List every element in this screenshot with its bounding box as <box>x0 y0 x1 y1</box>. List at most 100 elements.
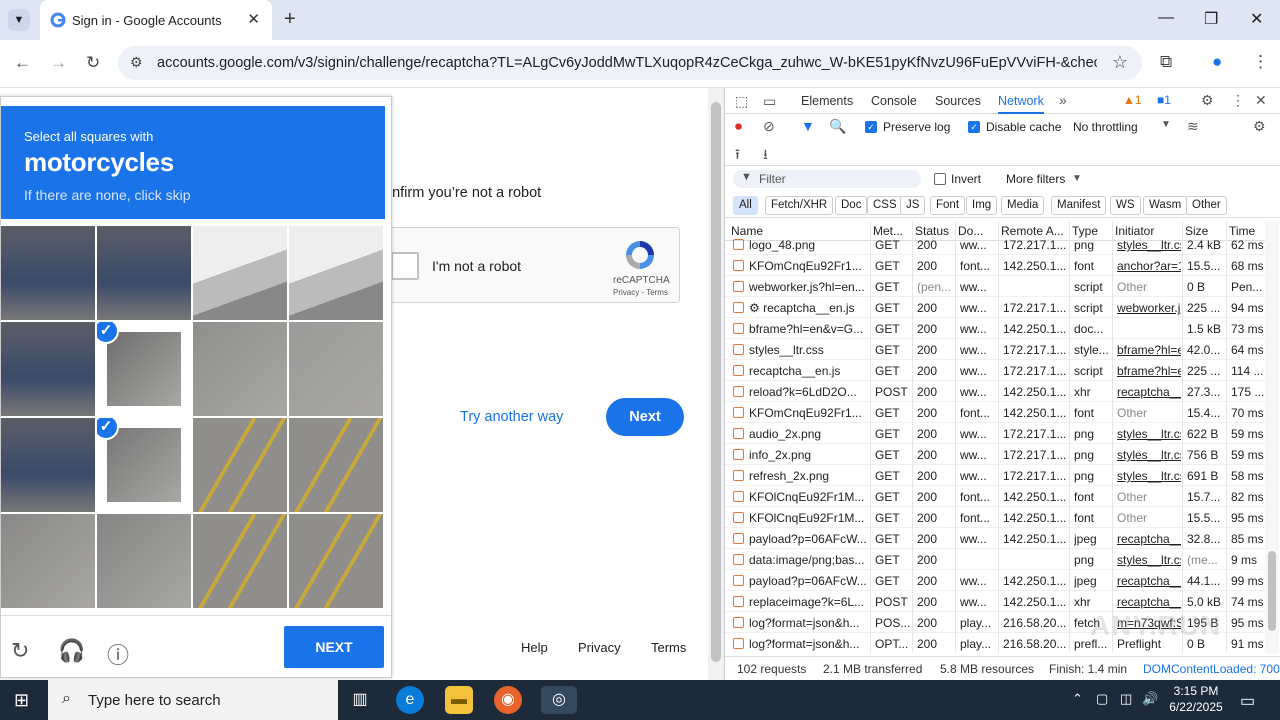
filter-icon[interactable]: ▼ <box>801 118 815 134</box>
reload-challenge-icon[interactable]: ↻ <box>11 638 29 664</box>
back-icon[interactable]: ← <box>14 53 31 73</box>
clock[interactable]: 3:15 PM 6/22/2025 <box>1168 683 1224 715</box>
network-request-row[interactable]: audio_2x.png GET 200 ww... 172.217.1... png st… <box>725 423 1265 444</box>
next-button[interactable]: Next <box>606 398 684 436</box>
cell-initiator[interactable]: styles__ltr.css <box>1117 553 1181 567</box>
reload-icon[interactable]: ↻ <box>86 53 100 73</box>
firefox-icon[interactable]: ◉ <box>494 686 522 714</box>
captcha-tile[interactable] <box>289 418 383 512</box>
cell-initiator[interactable]: bframe?hl=e <box>1117 343 1181 357</box>
network-request-row[interactable]: recaptcha__en.js GET 200 ww... 172.217.1... s… <box>725 360 1265 381</box>
bookmark-star-icon[interactable]: ☆ <box>1112 52 1128 73</box>
page-scrollbar[interactable] <box>708 88 724 680</box>
close-tab-icon[interactable]: ✕ <box>247 10 260 28</box>
type-filter-img[interactable]: Img <box>966 196 998 215</box>
network-request-row[interactable]: ⚙ recaptcha__en.js GET 200 ww... 172.217.1..… <box>725 297 1265 318</box>
captcha-tile[interactable] <box>193 418 287 512</box>
more-filters-chevron-icon[interactable]: ▼ <box>1072 173 1082 184</box>
captcha-tile[interactable] <box>193 226 287 320</box>
network-request-row[interactable]: info_2x.png GET 200 ww... 172.217.1... png sty… <box>725 444 1265 465</box>
network-request-row[interactable]: payload?p=06AFcW... GET 200 ww... 142.250.1.… <box>725 570 1265 591</box>
cell-initiator[interactable]: webworker.js <box>1117 301 1181 315</box>
captcha-next-button[interactable]: NEXT <box>284 626 384 668</box>
captcha-tile[interactable] <box>97 226 191 320</box>
network-request-row[interactable]: data:image/png;bas... GET 200 png styles__lt… <box>725 549 1265 570</box>
cell-initiator[interactable]: styles__ltr.css <box>1117 238 1181 252</box>
network-request-row[interactable]: KFOmCnqEu92Fr1... GET 200 font... 142.250.1.… <box>725 255 1265 276</box>
type-filter-all[interactable]: All <box>733 196 758 215</box>
menu-icon[interactable]: ⋮ <box>1252 52 1269 72</box>
cell-initiator[interactable]: anchor?ar=1 <box>1117 259 1181 273</box>
profile-icon[interactable]: ● <box>1212 52 1222 72</box>
network-scrollbar[interactable] <box>1265 221 1279 653</box>
captcha-tile[interactable]: ✓ <box>97 322 191 416</box>
network-request-row[interactable]: KFOmCnqEu92Fr1... GET 200 font... 142.250.1.… <box>725 402 1265 423</box>
tab-elements[interactable]: Elements <box>801 94 853 108</box>
type-filter-js[interactable]: JS <box>900 196 926 215</box>
not-robot-checkbox[interactable] <box>391 252 419 280</box>
captcha-tile[interactable]: ✓ <box>97 418 191 512</box>
type-filter-font[interactable]: Font <box>930 196 966 215</box>
tab-search-button[interactable]: ▼ <box>8 9 30 31</box>
cell-initiator[interactable]: Other <box>1117 406 1181 420</box>
cell-initiator[interactable]: Other <box>1117 511 1181 525</box>
network-request-row[interactable]: replaceimage?k=6L... POST 200 ww... 142.250.… <box>725 591 1265 612</box>
cell-initiator[interactable]: styles__ltr.css <box>1117 469 1181 483</box>
cell-initiator[interactable]: recaptcha__e <box>1117 385 1181 399</box>
cell-initiator[interactable]: recaptcha__e <box>1117 532 1181 546</box>
volume-icon[interactable]: 🔊 <box>1142 691 1158 707</box>
type-filter-manifest[interactable]: Manifest <box>1051 196 1107 215</box>
cell-initiator[interactable]: styles__ltr.css <box>1117 448 1181 462</box>
captcha-tile[interactable] <box>289 322 383 416</box>
type-filter-css[interactable]: CSS <box>867 196 903 215</box>
cell-initiator[interactable]: Other <box>1117 490 1181 504</box>
privacy-link[interactable]: Privacy <box>578 640 621 655</box>
network-request-row[interactable]: styles__ltr.css GET 200 ww... 172.217.1... st… <box>725 339 1265 360</box>
try-another-way-link[interactable]: Try another way <box>460 409 563 425</box>
maximize-icon[interactable]: ❐ <box>1204 9 1218 29</box>
captcha-tile[interactable] <box>289 514 383 608</box>
inspect-icon[interactable]: ⬚ <box>735 93 748 110</box>
type-filter-ws[interactable]: WS <box>1110 196 1141 215</box>
minimize-icon[interactable]: — <box>1158 9 1174 27</box>
more-filters-dropdown[interactable]: More filters <box>1006 172 1065 186</box>
captcha-tile[interactable] <box>1 514 95 608</box>
type-filter-fetchxhr[interactable]: Fetch/XHR <box>765 196 834 215</box>
captcha-tile[interactable] <box>97 514 191 608</box>
network-request-row[interactable]: reload?k=6LdD2O... POST 200 ww... 142.250.1.… <box>725 381 1265 402</box>
cell-initiator[interactable]: styles__ltr.css <box>1117 427 1181 441</box>
address-bar[interactable]: ⚙ accounts.google.com/v3/signin/challeng… <box>118 46 1142 80</box>
terms-link[interactable]: Terms <box>651 640 686 655</box>
message-icon[interactable]: ■1 <box>1157 93 1171 107</box>
type-filter-other[interactable]: Other <box>1186 196 1227 215</box>
cell-initiator[interactable]: recaptcha__e <box>1117 595 1181 609</box>
settings-gear-icon[interactable]: ⚙ <box>1201 92 1214 109</box>
network-conditions-icon[interactable]: ≋ <box>1187 118 1199 135</box>
tab-network[interactable]: Network <box>998 94 1044 114</box>
task-view-icon[interactable]: ▥ <box>346 686 374 714</box>
network-settings-icon[interactable]: ⚙ <box>1253 118 1266 135</box>
type-filter-doc[interactable]: Doc <box>835 196 868 215</box>
tab-console[interactable]: Console <box>871 94 917 108</box>
captcha-tile[interactable] <box>193 514 287 608</box>
tab-signin[interactable]: Sign in - Google Accounts ✕ <box>40 0 272 40</box>
record-stop-icon[interactable]: ⏺ <box>735 118 742 135</box>
cell-initiator[interactable]: bframe?hl=e <box>1117 364 1181 378</box>
privacy-terms-link[interactable]: Privacy - Terms <box>613 288 668 297</box>
info-icon[interactable]: ⓘ <box>107 638 129 670</box>
throttling-select[interactable]: No throttling <box>1073 120 1138 134</box>
chrome-icon[interactable]: ◎ <box>541 686 577 714</box>
cell-initiator[interactable]: recaptcha__e <box>1117 574 1181 588</box>
network-request-row[interactable]: KFOlCnqEu92Fr1M... GET 200 font... 142.250.1… <box>725 486 1265 507</box>
edge-icon[interactable]: e <box>396 686 424 714</box>
invert-checkbox[interactable] <box>934 173 946 185</box>
taskbar-search[interactable]: ⌕ Type here to search <box>48 680 338 720</box>
search-icon[interactable]: 🔍 <box>829 118 846 135</box>
captcha-tile[interactable] <box>193 322 287 416</box>
forward-icon[interactable]: → <box>50 53 67 73</box>
disable-cache-checkbox[interactable]: ✓ <box>968 121 980 133</box>
network-request-row[interactable]: KFOlCnqEu92Fr1M... GET 200 font... 142.250.1… <box>725 507 1265 528</box>
show-hidden-icons[interactable]: ⌃ <box>1072 691 1083 707</box>
type-filter-wasm[interactable]: Wasm <box>1143 196 1188 215</box>
help-link[interactable]: Help <box>521 640 548 655</box>
